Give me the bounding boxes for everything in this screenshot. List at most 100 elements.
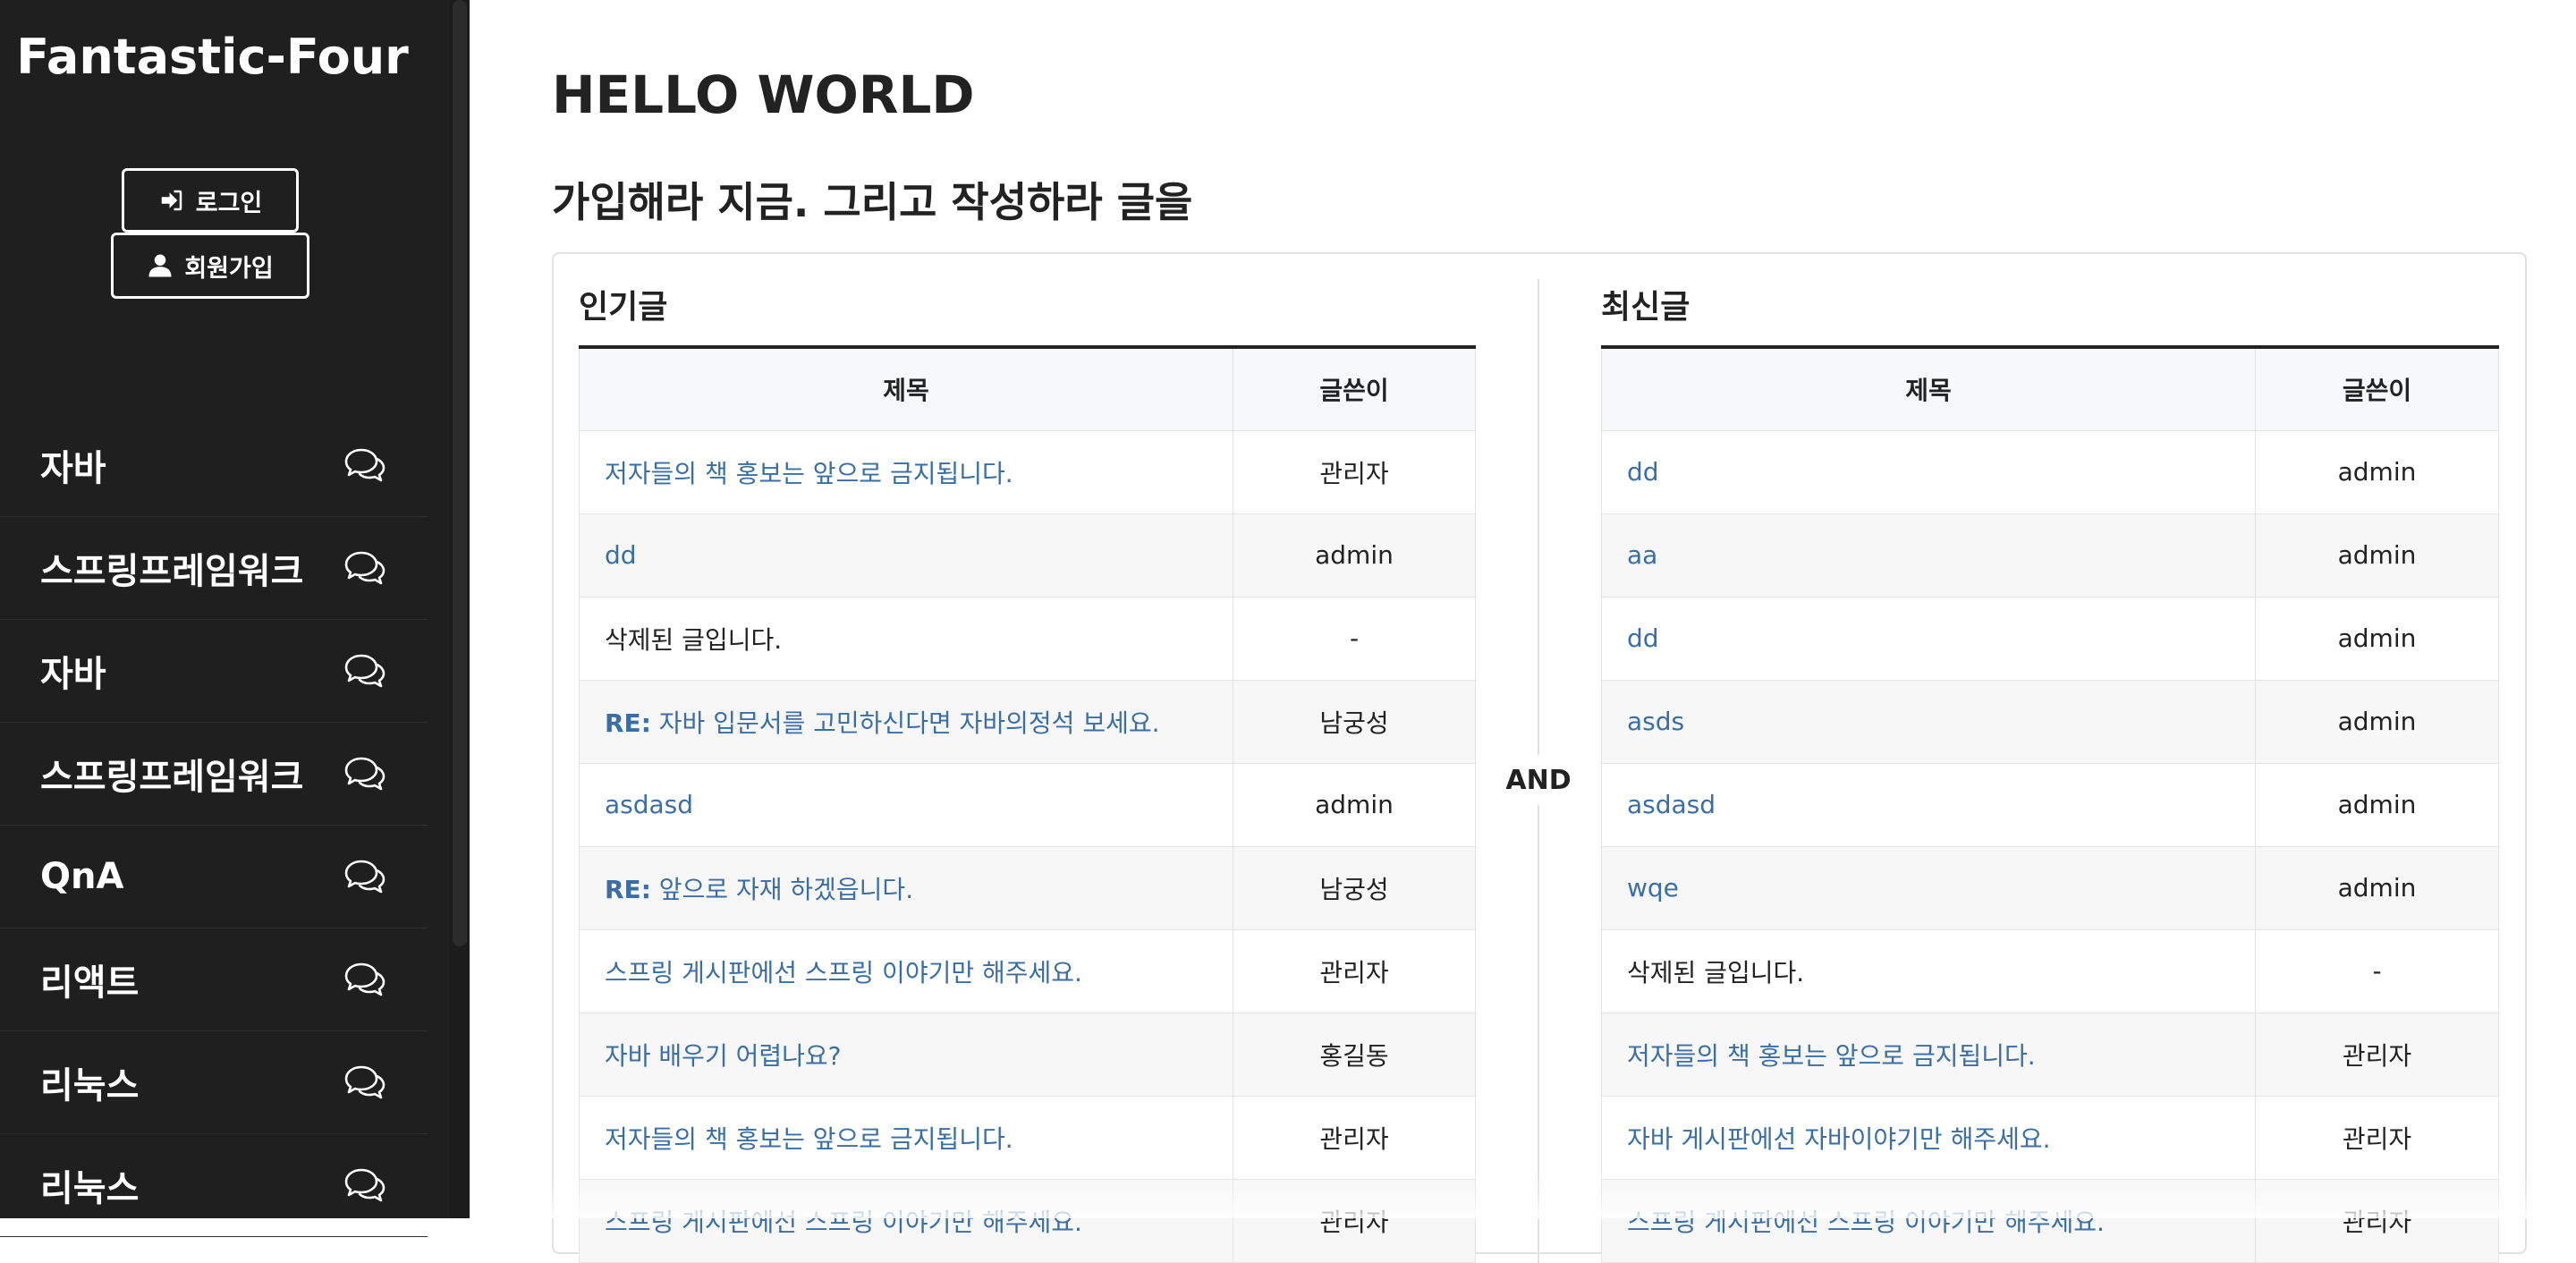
sidebar-item-label: 리눅스 bbox=[40, 1168, 140, 1209]
reply-prefix: RE: bbox=[605, 708, 651, 738]
deleted-post-text: 삭제된 글입니다. bbox=[579, 596, 1233, 681]
post-author: 관리자 bbox=[1233, 1095, 1476, 1180]
table-row: asds admin bbox=[1601, 679, 2499, 764]
post-author: admin bbox=[2255, 513, 2499, 598]
table-row: 자바 배우기 어렵나요? 홍길동 bbox=[579, 1012, 1476, 1097]
table-row: asdasd admin bbox=[579, 762, 1476, 847]
post-author: 관리자 bbox=[2255, 1095, 2499, 1180]
post-author: admin bbox=[2255, 762, 2499, 847]
post-title-link[interactable]: 저자들의 책 홍보는 앞으로 금지됩니다. bbox=[579, 429, 1233, 514]
comments-icon bbox=[344, 551, 386, 585]
sidebar-scrollbar-thumb[interactable] bbox=[453, 0, 467, 946]
posts-card: 인기글 제목 글쓴이 저자들의 책 홍보는 앞으로 금지됩니다. 관리자 dd adm… bbox=[552, 252, 2527, 1263]
sidebar-item-label: 스프링프레임워크 bbox=[40, 551, 304, 592]
column-header-title: 제목 bbox=[1601, 346, 2256, 431]
table-row: dd admin bbox=[1601, 596, 2499, 681]
post-title-link[interactable]: RE: 자바 입문서를 고민하신다면 자바의정석 보세요. bbox=[579, 679, 1233, 764]
scroll-fade bbox=[470, 1179, 2576, 1218]
table-row: 저자들의 책 홍보는 앞으로 금지됩니다. 관리자 bbox=[1601, 1012, 2499, 1097]
post-title-text: 삭제된 글입니다. bbox=[605, 624, 783, 655]
post-title-text: 자바 배우기 어렵나요? bbox=[605, 1040, 842, 1071]
table-row: 저자들의 책 홍보는 앞으로 금지됩니다. 관리자 bbox=[579, 429, 1476, 514]
post-title-link[interactable]: 자바 배우기 어렵나요? bbox=[579, 1012, 1233, 1097]
post-title-link[interactable]: asdasd bbox=[1601, 762, 2256, 847]
post-title-link[interactable]: dd bbox=[1601, 596, 2256, 681]
post-title-text: 자바 게시판에선 자바이야기만 해주세요. bbox=[1627, 1123, 2051, 1154]
sidebar-item[interactable]: 리눅스 bbox=[0, 1134, 428, 1237]
table-row: wqe admin bbox=[1601, 845, 2499, 930]
post-title-text: 자바 입문서를 고민하신다면 자바의정석 보세요. bbox=[650, 708, 1160, 738]
sidebar-item-label: 자바 bbox=[40, 654, 106, 695]
post-author: admin bbox=[1233, 762, 1476, 847]
table-row: 스프링 게시판에선 스프링 이야기만 해주세요. 관리자 bbox=[579, 928, 1476, 1013]
deleted-post-text: 삭제된 글입니다. bbox=[1601, 928, 2256, 1013]
post-title-link[interactable]: wqe bbox=[1601, 845, 2256, 930]
post-author: 관리자 bbox=[2255, 1012, 2499, 1097]
post-title-link[interactable]: 저자들의 책 홍보는 앞으로 금지됩니다. bbox=[579, 1095, 1233, 1180]
post-title-text: dd bbox=[605, 540, 637, 570]
post-title-link[interactable]: dd bbox=[579, 513, 1233, 598]
sidebar-item[interactable]: 스프링프레임워크 bbox=[0, 723, 428, 826]
brand-logo[interactable]: Fantastic-Four bbox=[0, 29, 425, 85]
signup-button[interactable]: 회원가입 bbox=[111, 233, 309, 299]
post-title-text: 앞으로 자재 하겠읍니다. bbox=[650, 874, 914, 904]
comments-icon bbox=[344, 1168, 386, 1202]
table-row: dd admin bbox=[1601, 429, 2499, 514]
post-author: admin bbox=[2255, 845, 2499, 930]
page-subtitle: 가입해라 지금. 그리고 작성하라 글을 bbox=[552, 178, 1193, 226]
sidebar-item[interactable]: 리눅스 bbox=[0, 1031, 428, 1134]
sidebar: Fantastic-Four 로그인 회원가입 자바 스프링프레임워크 자바 스프링프… bbox=[0, 0, 470, 1237]
table-row: RE: 자바 입문서를 고민하신다면 자바의정석 보세요. 남궁성 bbox=[579, 679, 1476, 764]
sidebar-item-label: 자바 bbox=[40, 448, 106, 489]
table-row: asdasd admin bbox=[1601, 762, 2499, 847]
sidebar-item-label: 스프링프레임워크 bbox=[40, 757, 304, 798]
post-author: admin bbox=[1233, 513, 1476, 598]
post-title-text: 삭제된 글입니다. bbox=[1627, 957, 1805, 988]
sidebar-item[interactable]: 리액트 bbox=[0, 928, 428, 1031]
table-row: 삭제된 글입니다. - bbox=[579, 596, 1476, 681]
post-title-text: asdasd bbox=[605, 790, 694, 819]
post-title-link[interactable]: 자바 게시판에선 자바이야기만 해주세요. bbox=[1601, 1095, 2256, 1180]
user-icon bbox=[148, 254, 172, 277]
column-header-author: 글쓴이 bbox=[1233, 346, 1476, 431]
post-title-link[interactable]: 저자들의 책 홍보는 앞으로 금지됩니다. bbox=[1601, 1012, 2256, 1097]
post-author: admin bbox=[2255, 679, 2499, 764]
post-title-text: aa bbox=[1627, 540, 1658, 570]
comments-icon bbox=[344, 962, 386, 996]
reply-prefix: RE: bbox=[605, 874, 651, 904]
column-header-author: 글쓴이 bbox=[2255, 346, 2499, 431]
post-author: admin bbox=[2255, 429, 2499, 514]
sidebar-item[interactable]: 스프링프레임워크 bbox=[0, 517, 428, 620]
popular-posts-title: 인기글 bbox=[579, 289, 668, 326]
post-author: - bbox=[1233, 596, 1476, 681]
post-title-text: 저자들의 책 홍보는 앞으로 금지됩니다. bbox=[605, 1123, 1013, 1154]
sidebar-item-label: 리눅스 bbox=[40, 1065, 140, 1106]
post-title-link[interactable]: asds bbox=[1601, 679, 2256, 764]
sidebar-item[interactable]: 자바 bbox=[0, 620, 428, 723]
table-row: 삭제된 글입니다. - bbox=[1601, 928, 2499, 1013]
login-button[interactable]: 로그인 bbox=[122, 168, 299, 233]
post-title-text: asds bbox=[1627, 707, 1685, 736]
signup-label: 회원가입 bbox=[184, 254, 274, 283]
table-row: 자바 게시판에선 자바이야기만 해주세요. 관리자 bbox=[1601, 1095, 2499, 1180]
sidebar-item-label: QnA bbox=[40, 856, 124, 897]
post-title-text: 저자들의 책 홍보는 앞으로 금지됩니다. bbox=[605, 458, 1013, 488]
post-title-text: asdasd bbox=[1627, 790, 1716, 819]
table-row: RE: 앞으로 자재 하겠읍니다. 남궁성 bbox=[579, 845, 1476, 930]
post-title-link[interactable]: aa bbox=[1601, 513, 2256, 598]
sidebar-item[interactable]: 자바 bbox=[0, 414, 428, 517]
post-title-text: dd bbox=[1627, 457, 1659, 487]
post-title-text: dd bbox=[1627, 623, 1659, 653]
post-title-link[interactable]: RE: 앞으로 자재 하겠읍니다. bbox=[579, 845, 1233, 930]
post-title-link[interactable]: asdasd bbox=[579, 762, 1233, 847]
table-row: dd admin bbox=[579, 513, 1476, 598]
login-label: 로그인 bbox=[195, 189, 263, 217]
main-content: HELLO WORLD 가입해라 지금. 그리고 작성하라 글을 인기글 제목 … bbox=[470, 0, 2576, 1263]
post-author: admin bbox=[2255, 596, 2499, 681]
post-title-link[interactable]: 스프링 게시판에선 스프링 이야기만 해주세요. bbox=[579, 928, 1233, 1013]
comments-icon bbox=[344, 860, 386, 894]
comments-icon bbox=[344, 1065, 386, 1099]
sidebar-item[interactable]: QnA bbox=[0, 826, 428, 928]
post-title-link[interactable]: dd bbox=[1601, 429, 2256, 514]
post-author: 남궁성 bbox=[1233, 679, 1476, 764]
